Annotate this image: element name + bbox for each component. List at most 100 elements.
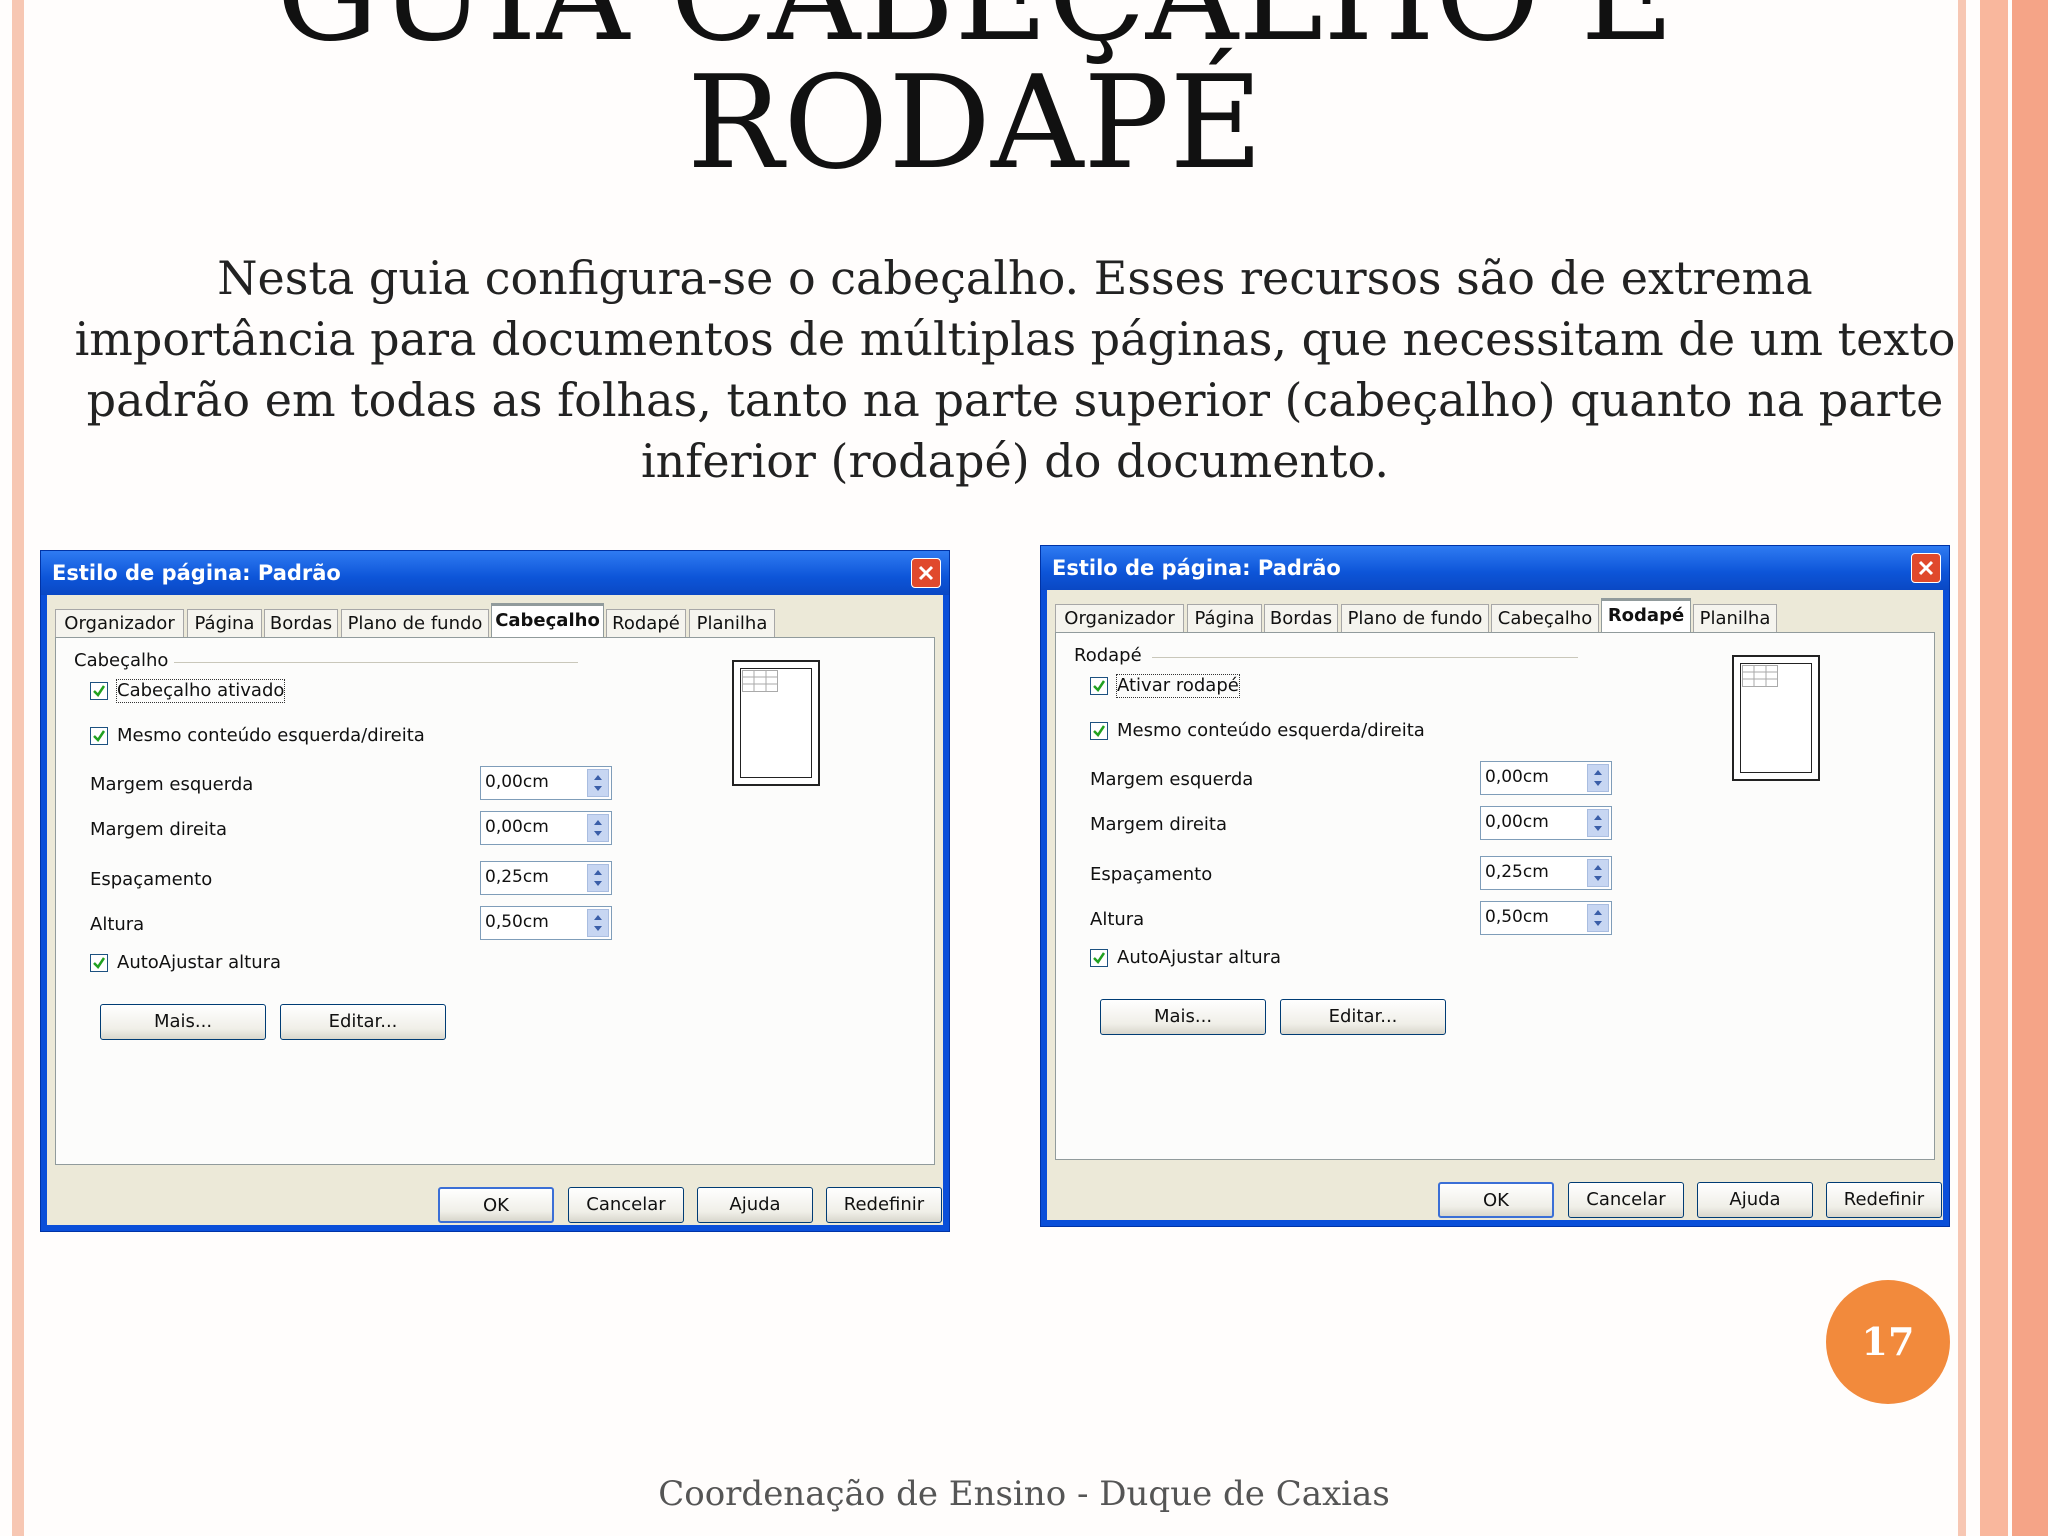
- edit-button[interactable]: Editar...: [280, 1004, 446, 1040]
- close-button[interactable]: [911, 558, 941, 588]
- slide-footer: Coordenação de Ensino - Duque de Caxias: [658, 1474, 1390, 1514]
- edit-button[interactable]: Editar...: [1280, 999, 1446, 1035]
- dialog-title: Estilo de página: Padrão: [1052, 556, 1341, 580]
- ok-button[interactable]: OK: [438, 1187, 554, 1223]
- spin-value: 0,00cm: [485, 772, 549, 792]
- dialog-title: Estilo de página: Padrão: [52, 561, 341, 585]
- group-label: Cabeçalho: [74, 650, 169, 671]
- spin-arrows-icon: [594, 775, 602, 791]
- right-decor-stripe-3: [2012, 0, 2048, 1536]
- page-preview: [732, 660, 820, 786]
- spacing-label: Espaçamento: [90, 869, 213, 890]
- tab-panel: Cabeçalho Cabeçalho ativado Mesmo conteú…: [55, 637, 935, 1165]
- more-button[interactable]: Mais...: [1100, 999, 1266, 1035]
- checkbox-label: Cabeçalho ativado: [115, 679, 286, 703]
- tab-plano-de-fundo[interactable]: Plano de fundo: [341, 609, 489, 637]
- tab-bordas[interactable]: Bordas: [1264, 604, 1338, 632]
- checkbox-label: AutoAjustar altura: [117, 952, 282, 973]
- spin-arrows-icon: [594, 915, 602, 931]
- spacing-spinbox[interactable]: 0,25cm: [1480, 856, 1612, 890]
- cancel-button[interactable]: Cancelar: [1568, 1182, 1684, 1218]
- spin-buttons[interactable]: [1587, 809, 1609, 837]
- page-style-dialog-header: Estilo de página: Padrão Organizador Pág…: [40, 550, 950, 1232]
- checkbox-label: Mesmo conteúdo esquerda/direita: [117, 725, 425, 746]
- spin-value: 0,00cm: [1485, 767, 1549, 787]
- spin-value: 0,00cm: [1485, 812, 1549, 832]
- checkbox-box[interactable]: [90, 727, 108, 745]
- spin-buttons[interactable]: [587, 909, 609, 937]
- checkbox-box[interactable]: [1090, 722, 1108, 740]
- close-button[interactable]: [1911, 553, 1941, 583]
- tab-cabecalho[interactable]: Cabeçalho: [1491, 604, 1599, 632]
- tab-bordas[interactable]: Bordas: [264, 609, 338, 637]
- spin-buttons[interactable]: [587, 769, 609, 797]
- spin-value: 0,00cm: [485, 817, 549, 837]
- check-icon: [1093, 952, 1106, 964]
- page-number-badge: 17: [1826, 1280, 1950, 1404]
- tab-planilha[interactable]: Planilha: [689, 609, 775, 637]
- dialog-titlebar[interactable]: Estilo de página: Padrão: [41, 551, 949, 595]
- cancel-button[interactable]: Cancelar: [568, 1187, 684, 1223]
- checkbox-box[interactable]: [1090, 949, 1108, 967]
- spacing-spinbox[interactable]: 0,25cm: [480, 861, 612, 895]
- spin-arrows-icon: [1594, 865, 1602, 881]
- checkbox-label: Ativar rodapé: [1116, 674, 1240, 698]
- checkbox-box[interactable]: [1090, 677, 1108, 695]
- right-decor-stripe-2: [1980, 0, 2008, 1536]
- margin-left-label: Margem esquerda: [90, 774, 254, 795]
- margin-right-spinbox[interactable]: 0,00cm: [480, 811, 612, 845]
- tab-pagina[interactable]: Página: [187, 609, 262, 637]
- reset-button[interactable]: Redefinir: [1826, 1182, 1942, 1218]
- left-decor-stripe: [12, 0, 24, 1536]
- spin-buttons[interactable]: [587, 814, 609, 842]
- checkbox-box[interactable]: [90, 682, 108, 700]
- margin-left-spinbox[interactable]: 0,00cm: [480, 766, 612, 800]
- close-icon: [1918, 560, 1934, 576]
- ok-button[interactable]: OK: [1438, 1182, 1554, 1218]
- spin-buttons[interactable]: [1587, 859, 1609, 887]
- header-grid-icon: [742, 670, 778, 692]
- tab-plano-de-fundo[interactable]: Plano de fundo: [1341, 604, 1489, 632]
- help-button[interactable]: Ajuda: [1697, 1182, 1813, 1218]
- check-icon: [1093, 725, 1106, 737]
- height-label: Altura: [90, 914, 145, 935]
- margin-right-spinbox[interactable]: 0,00cm: [1480, 806, 1612, 840]
- spin-buttons[interactable]: [587, 864, 609, 892]
- tab-rodape[interactable]: Rodapé: [1601, 598, 1691, 632]
- dialog-titlebar[interactable]: Estilo de página: Padrão: [1041, 546, 1949, 590]
- help-button[interactable]: Ajuda: [697, 1187, 813, 1223]
- spin-value: 0,25cm: [1485, 862, 1549, 882]
- group-divider: [1152, 657, 1578, 658]
- dialog-body: Organizador Página Bordas Plano de fundo…: [47, 595, 943, 1225]
- height-spinbox[interactable]: 0,50cm: [480, 906, 612, 940]
- spin-buttons[interactable]: [1587, 764, 1609, 792]
- header-grid-icon: [1742, 665, 1778, 687]
- height-label: Altura: [1090, 909, 1145, 930]
- margin-left-label: Margem esquerda: [1090, 769, 1254, 790]
- tab-panel: Rodapé Ativar rodapé Mesmo conteúdo esqu…: [1055, 632, 1935, 1160]
- spin-arrows-icon: [1594, 770, 1602, 786]
- spin-buttons[interactable]: [1587, 904, 1609, 932]
- margin-right-label: Margem direita: [1090, 814, 1227, 835]
- tab-pagina[interactable]: Página: [1187, 604, 1262, 632]
- tab-organizador[interactable]: Organizador: [55, 609, 184, 637]
- spin-arrows-icon: [1594, 910, 1602, 926]
- spin-arrows-icon: [1594, 815, 1602, 831]
- height-spinbox[interactable]: 0,50cm: [1480, 901, 1612, 935]
- reset-button[interactable]: Redefinir: [826, 1187, 942, 1223]
- check-icon: [93, 685, 106, 697]
- tab-cabecalho[interactable]: Cabeçalho: [491, 603, 604, 637]
- slide-title-line2: RODAPÉ: [687, 49, 1263, 198]
- margin-left-spinbox[interactable]: 0,00cm: [1480, 761, 1612, 795]
- more-button[interactable]: Mais...: [100, 1004, 266, 1040]
- margin-right-label: Margem direita: [90, 819, 227, 840]
- spin-value: 0,50cm: [485, 912, 549, 932]
- slide-paragraph: Nesta guia configura-se o cabeçalho. Ess…: [74, 251, 1956, 488]
- tab-organizador[interactable]: Organizador: [1055, 604, 1184, 632]
- tab-rodape[interactable]: Rodapé: [606, 609, 686, 637]
- check-icon: [93, 957, 106, 969]
- group-divider: [174, 662, 578, 663]
- spacing-label: Espaçamento: [1090, 864, 1213, 885]
- checkbox-box[interactable]: [90, 954, 108, 972]
- tab-planilha[interactable]: Planilha: [1693, 604, 1777, 632]
